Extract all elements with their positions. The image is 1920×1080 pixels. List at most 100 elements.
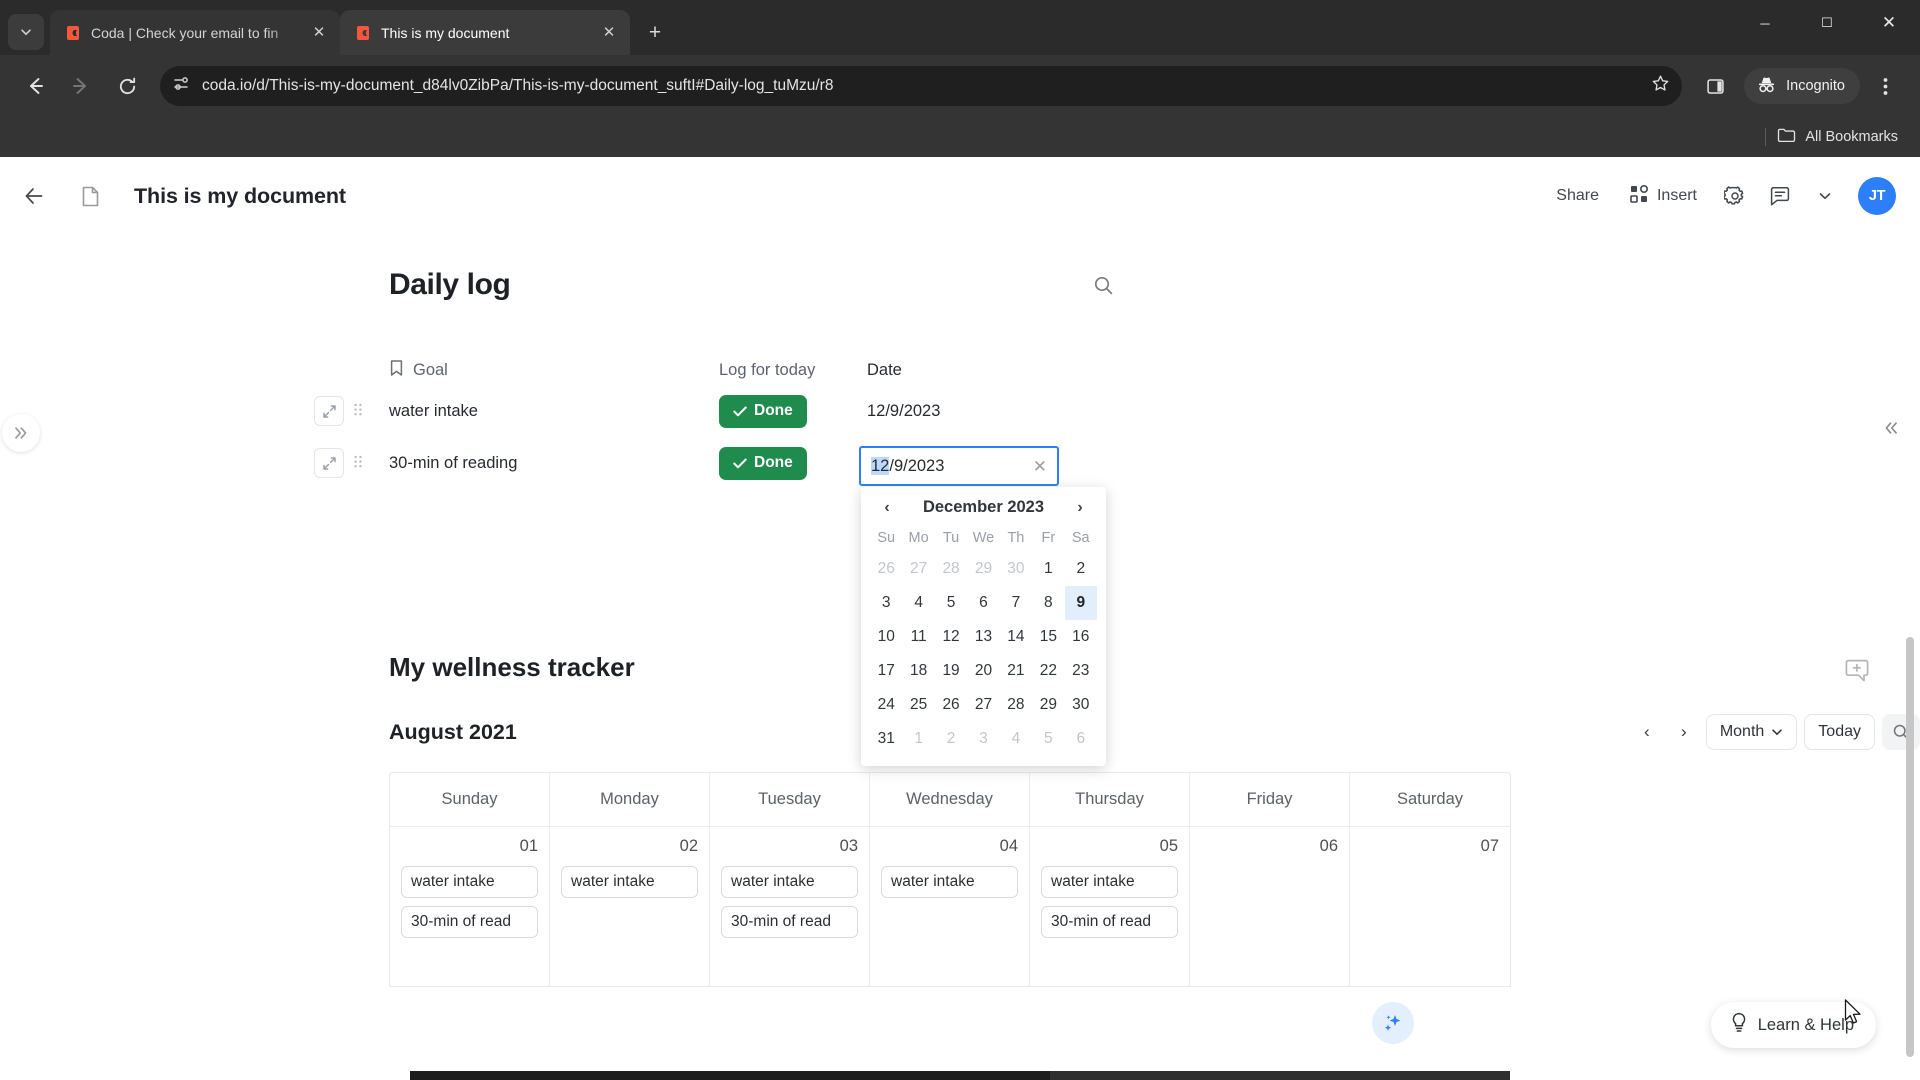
calendar-day-cell[interactable]: 02 water intake [550, 827, 710, 986]
cell-date[interactable]: 12/9/2023 [867, 402, 1087, 421]
new-tab-button[interactable]: + [638, 16, 672, 50]
tab-close-button[interactable]: ✕ [308, 22, 330, 44]
share-button[interactable]: Share [1543, 177, 1612, 215]
star-icon[interactable] [1651, 74, 1670, 98]
date-picker-day[interactable]: 23 [1065, 654, 1097, 688]
minimize-button[interactable]: ─ [1734, 0, 1796, 46]
all-bookmarks-button[interactable]: All Bookmarks [1777, 127, 1898, 147]
date-picker-day[interactable]: 4 [1000, 722, 1032, 756]
date-picker-day[interactable]: 15 [1032, 620, 1064, 654]
date-picker-day[interactable]: 1 [902, 722, 934, 756]
clear-date-button[interactable]: ✕ [1033, 458, 1047, 475]
ai-assistant-button[interactable] [1372, 1002, 1414, 1044]
horizontal-scrollbar[interactable] [410, 1071, 1510, 1080]
calendar-view-select[interactable]: Month [1705, 714, 1798, 750]
table-row[interactable]: 30-min of reading Done 12/9/2023 ✕ ‹ Dec… [314, 437, 1920, 1024]
calendar-day-cell[interactable]: 07 [1350, 827, 1510, 986]
chevron-down-icon[interactable] [1805, 176, 1845, 216]
date-picker-day[interactable]: 10 [870, 620, 902, 654]
calendar-search-button[interactable] [1882, 714, 1920, 750]
date-picker-day[interactable]: 2 [1065, 552, 1097, 586]
date-picker-day[interactable]: 6 [1065, 722, 1097, 756]
date-picker-day[interactable]: 2 [935, 722, 967, 756]
forward-arrow-icon[interactable] [60, 65, 102, 107]
incognito-indicator[interactable]: Incognito [1744, 68, 1860, 104]
browser-tab-1[interactable]: Coda | Check your email to fin ✕ [50, 10, 340, 55]
date-picker-day[interactable]: 3 [870, 586, 902, 620]
side-panel-icon[interactable] [1694, 65, 1736, 107]
back-arrow-icon[interactable] [14, 65, 56, 107]
date-picker-day[interactable]: 14 [1000, 620, 1032, 654]
date-picker-day[interactable]: 17 [870, 654, 902, 688]
date-picker-day[interactable]: 20 [967, 654, 999, 688]
date-picker-day[interactable]: 4 [902, 586, 934, 620]
date-picker-day[interactable]: 3 [967, 722, 999, 756]
calendar-event-chip[interactable]: 30-min of read [1041, 906, 1178, 938]
calendar-next-button[interactable]: › [1669, 717, 1699, 747]
date-picker-day[interactable]: 8 [1032, 586, 1064, 620]
gear-icon[interactable] [1715, 176, 1755, 216]
browser-tab-2[interactable]: This is my document ✕ [340, 10, 630, 55]
date-picker-day[interactable]: 29 [967, 552, 999, 586]
date-picker-day[interactable]: 28 [1000, 688, 1032, 722]
vertical-scrollbar[interactable] [1906, 637, 1914, 1057]
prev-month-button[interactable]: ‹ [878, 499, 896, 517]
calendar-event-chip[interactable]: 30-min of read [401, 906, 538, 938]
calendar-day-cell[interactable]: 03 water intake 30-min of read [710, 827, 870, 986]
date-picker-day[interactable]: 18 [902, 654, 934, 688]
date-picker-day[interactable]: 28 [935, 552, 967, 586]
date-picker-day[interactable]: 5 [1032, 722, 1064, 756]
date-picker-day[interactable]: 25 [902, 688, 934, 722]
date-picker-day[interactable]: 22 [1032, 654, 1064, 688]
date-picker-day[interactable]: 26 [870, 552, 902, 586]
date-picker-day[interactable]: 11 [902, 620, 934, 654]
calendar-day-cell[interactable]: 04 water intake [870, 827, 1030, 986]
date-picker-day[interactable]: 21 [1000, 654, 1032, 688]
table-row[interactable]: water intake Done 12/9/2023 [314, 385, 1920, 437]
cell-goal[interactable]: 30-min of reading [389, 454, 517, 473]
date-picker-day[interactable]: 27 [967, 688, 999, 722]
expand-sidebar-button[interactable] [2, 414, 40, 452]
date-picker-day[interactable]: 26 [935, 688, 967, 722]
scrollbar-thumb[interactable] [410, 1071, 1050, 1080]
drag-handle-icon[interactable] [351, 401, 365, 421]
done-button[interactable]: Done [719, 394, 807, 428]
maximize-button[interactable]: ☐ [1796, 0, 1858, 46]
back-arrow-icon[interactable] [14, 176, 54, 216]
avatar[interactable]: JT [1858, 177, 1896, 215]
reload-icon[interactable] [106, 65, 148, 107]
calendar-event-chip[interactable]: water intake [721, 866, 858, 898]
insert-button[interactable]: Insert [1617, 177, 1710, 215]
calendar-event-chip[interactable]: 30-min of read [721, 906, 858, 938]
date-picker-day[interactable]: 19 [935, 654, 967, 688]
date-picker-day[interactable]: 24 [870, 688, 902, 722]
date-picker-day-selected[interactable]: 9 [1064, 586, 1097, 620]
date-picker-day[interactable]: 12 [935, 620, 967, 654]
calendar-day-cell[interactable]: 05 water intake 30-min of read [1030, 827, 1190, 986]
calendar-event-chip[interactable]: water intake [401, 866, 538, 898]
date-picker-day[interactable]: 30 [1000, 552, 1032, 586]
close-window-button[interactable]: ✕ [1858, 0, 1920, 46]
calendar-day-cell[interactable]: 01 water intake 30-min of read [390, 827, 550, 986]
date-picker-day[interactable]: 5 [935, 586, 967, 620]
date-picker-day[interactable]: 29 [1032, 688, 1064, 722]
date-picker-popup[interactable]: ‹ December 2023 › Su Mo Tu We Th Fr Sa 2… [861, 487, 1106, 766]
tab-search-button[interactable] [8, 14, 44, 50]
date-picker-day[interactable]: 31 [870, 722, 902, 756]
date-picker-day[interactable]: 1 [1032, 552, 1064, 586]
comment-icon[interactable] [1760, 176, 1800, 216]
tab-close-button[interactable]: ✕ [598, 22, 620, 44]
search-icon[interactable] [1083, 265, 1123, 305]
date-picker-day[interactable]: 6 [967, 586, 999, 620]
calendar-event-chip[interactable]: water intake [881, 866, 1018, 898]
done-button[interactable]: Done [719, 446, 807, 480]
collapse-right-panel-button[interactable] [1872, 409, 1910, 447]
date-picker-day[interactable]: 13 [967, 620, 999, 654]
date-input[interactable]: 12/9/2023 ✕ [859, 446, 1059, 486]
calendar-day-cell[interactable]: 06 [1190, 827, 1350, 986]
date-picker-day[interactable]: 7 [1000, 586, 1032, 620]
three-dot-menu-icon[interactable] [1864, 65, 1906, 107]
calendar-event-chip[interactable]: water intake [1041, 866, 1178, 898]
calendar-prev-button[interactable]: ‹ [1632, 717, 1662, 747]
document-icon[interactable] [68, 174, 112, 218]
